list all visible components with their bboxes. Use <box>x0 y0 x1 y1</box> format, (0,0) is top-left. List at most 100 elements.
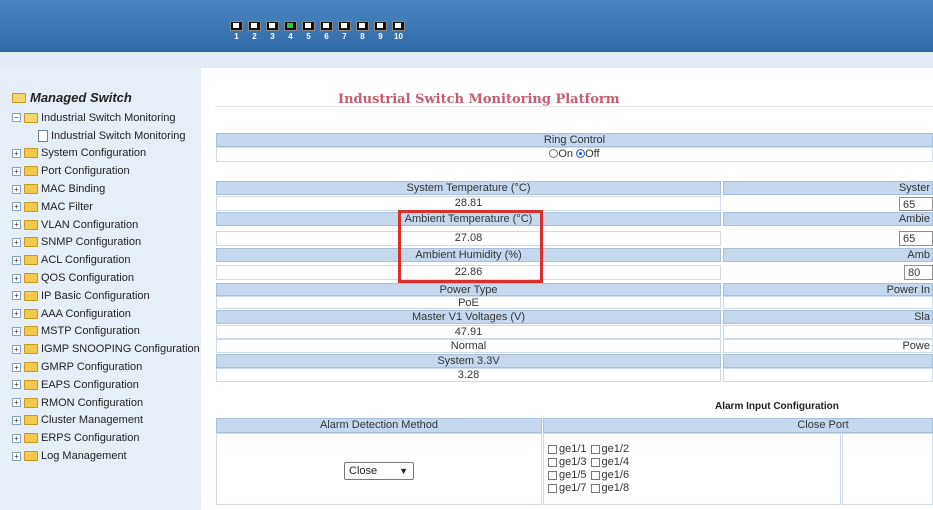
sidebar-item-eaps[interactable]: + EAPS Configuration <box>12 376 200 394</box>
sidebar-item-mstp[interactable]: + MSTP Configuration <box>12 323 200 341</box>
port-checkbox-ge1-5[interactable]: ge1/5 <box>548 469 587 481</box>
nav-tree: − Industrial Switch Monitoring Industrial… <box>12 109 200 465</box>
sidebar-item-qos[interactable]: + QOS Configuration <box>12 269 200 287</box>
sidebar-item-log[interactable]: + Log Management <box>12 447 200 465</box>
sidebar-item-vlan[interactable]: + VLAN Configuration <box>12 216 200 234</box>
checkbox-label: ge1/3 <box>559 456 587 468</box>
folder-icon <box>24 344 38 355</box>
checkbox-icon[interactable] <box>548 470 557 480</box>
port-checkbox-ge1-8[interactable]: ge1/8 <box>590 482 629 494</box>
expand-icon[interactable]: + <box>12 415 21 425</box>
checkbox-icon[interactable] <box>548 444 557 454</box>
tree-root[interactable]: Managed Switch <box>12 90 132 105</box>
ring-on-label: On <box>558 148 574 160</box>
expand-icon[interactable]: + <box>12 202 21 212</box>
close-port-cell-extra <box>842 433 933 505</box>
sidebar-item-label: Log Management <box>41 450 127 463</box>
amb-hum-threshold-input[interactable]: 80 <box>904 265 933 280</box>
ring-off-label: Off <box>585 148 600 160</box>
sidebar-item-label: System Configuration <box>41 147 147 160</box>
expand-icon[interactable]: + <box>12 273 21 283</box>
expand-icon[interactable]: + <box>12 255 21 265</box>
sidebar-item-cluster[interactable]: + Cluster Management <box>12 412 200 430</box>
sidebar-item-label: VLAN Configuration <box>41 218 139 231</box>
expand-icon[interactable]: + <box>12 380 21 390</box>
sys-temp-threshold-header: Syster <box>723 181 933 195</box>
expand-icon[interactable]: + <box>12 451 21 461</box>
sidebar-item-acl[interactable]: + ACL Configuration <box>12 251 200 269</box>
sidebar-item-igmp[interactable]: + IGMP SNOOPING Configuration <box>12 340 200 358</box>
expand-icon[interactable]: + <box>12 184 21 194</box>
checkbox-icon[interactable] <box>548 483 557 493</box>
checkbox-icon[interactable] <box>590 470 600 480</box>
folder-icon <box>24 237 38 248</box>
expand-icon[interactable]: + <box>12 344 21 354</box>
sidebar-item-snmp[interactable]: + SNMP Configuration <box>12 234 200 252</box>
expand-icon[interactable]: + <box>12 291 21 301</box>
expand-icon[interactable]: + <box>12 309 21 319</box>
sidebar-item-label: IP Basic Configuration <box>41 289 150 302</box>
sidebar-item-gmrp[interactable]: + GMRP Configuration <box>12 358 200 376</box>
ring-off-radio[interactable] <box>576 149 586 158</box>
port-5-icon[interactable]: 5 <box>301 19 316 41</box>
port-checkbox-ge1-2[interactable]: ge1/2 <box>590 443 630 455</box>
checkbox-icon[interactable] <box>590 457 600 467</box>
sidebar-item-mac-filter[interactable]: + MAC Filter <box>12 198 200 216</box>
port-checkbox-ge1-6[interactable]: ge1/6 <box>590 469 629 481</box>
port-8-icon[interactable]: 8 <box>355 19 370 41</box>
amb-temp-threshold-header: Ambie <box>723 212 933 226</box>
power-type-header: Power Type <box>216 283 721 296</box>
port-1-icon[interactable]: 1 <box>229 19 244 41</box>
checkbox-label: ge1/4 <box>601 456 630 468</box>
expand-icon[interactable]: + <box>12 433 21 443</box>
port-checkbox-ge1-1[interactable]: ge1/1 <box>548 443 587 455</box>
sidebar-item-rmon[interactable]: + RMON Configuration <box>12 394 200 412</box>
checkbox-icon[interactable] <box>590 483 600 493</box>
folder-icon <box>24 362 38 373</box>
sidebar-item-label: ERPS Configuration <box>41 432 140 445</box>
ring-control-cell: On Off <box>216 147 933 162</box>
sidebar-item-erps[interactable]: + ERPS Configuration <box>12 429 200 447</box>
checkbox-label: ge1/2 <box>601 443 630 455</box>
port-checkbox-ge1-3[interactable]: ge1/3 <box>548 456 587 468</box>
expand-icon[interactable]: + <box>12 237 21 247</box>
port-6-icon[interactable]: 6 <box>319 19 334 41</box>
port-3-icon[interactable]: 3 <box>265 19 280 41</box>
sidebar-item-system[interactable]: + System Configuration <box>12 145 200 163</box>
title-divider <box>215 106 933 107</box>
sys-temp-threshold-input[interactable]: 65 <box>899 197 933 211</box>
port-9-icon[interactable]: 9 <box>373 19 388 41</box>
expand-icon[interactable]: + <box>12 398 21 408</box>
port-checkbox-ge1-7[interactable]: ge1/7 <box>548 482 587 494</box>
expand-icon[interactable]: + <box>12 362 21 372</box>
sys-temp-value: 28.81 <box>216 196 721 211</box>
folder-icon <box>24 112 38 123</box>
checkbox-label: ge1/1 <box>559 443 587 455</box>
amb-temp-threshold-input[interactable]: 65 <box>899 231 933 246</box>
sidebar-item-mac-binding[interactable]: + MAC Binding <box>12 180 200 198</box>
port-checkbox-ge1-4[interactable]: ge1/4 <box>590 456 630 468</box>
port-7-icon[interactable]: 7 <box>337 19 352 41</box>
sidebar-item-aaa[interactable]: + AAA Configuration <box>12 305 200 323</box>
sidebar-item-label: Cluster Management <box>41 414 144 427</box>
close-port-checkboxes: ge1/1 ge1/2 ge1/3 ge1/4 ge1/5 ge1/6 ge1/… <box>548 443 629 494</box>
collapse-icon[interactable]: − <box>12 113 21 123</box>
sidebar-item-monitoring-page[interactable]: Industrial Switch Monitoring <box>12 127 200 145</box>
expand-icon[interactable]: + <box>12 220 21 230</box>
expand-icon[interactable]: + <box>12 166 21 176</box>
folder-open-icon <box>12 92 26 103</box>
expand-icon[interactable]: + <box>12 326 21 336</box>
sidebar-item-label: EAPS Configuration <box>41 378 139 391</box>
checkbox-icon[interactable] <box>590 444 600 454</box>
port-2-icon[interactable]: 2 <box>247 19 262 41</box>
checkbox-icon[interactable] <box>548 457 557 467</box>
sidebar-item-ip-basic[interactable]: + IP Basic Configuration <box>12 287 200 305</box>
alarm-method-header: Alarm Detection Method <box>216 418 542 433</box>
sidebar-item-monitoring[interactable]: − Industrial Switch Monitoring <box>12 109 200 127</box>
port-10-icon[interactable]: 10 <box>391 19 406 41</box>
expand-icon[interactable]: + <box>12 148 21 158</box>
sidebar-item-port[interactable]: + Port Configuration <box>12 162 200 180</box>
alarm-method-select[interactable]: Close ▼ <box>344 462 414 480</box>
port-4-icon[interactable]: 4 <box>283 19 298 41</box>
slave-value <box>723 325 933 339</box>
